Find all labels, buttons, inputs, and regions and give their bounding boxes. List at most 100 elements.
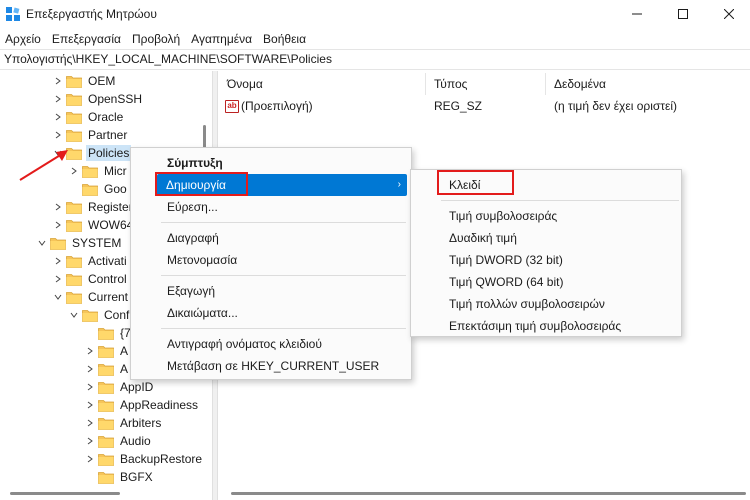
tree-item-label: WOW64: [88, 218, 134, 232]
folder-icon: [98, 381, 114, 394]
red-arrow-annotation: [19, 150, 68, 181]
tree-item-label: Audio: [120, 434, 151, 448]
tree-item-label: Current: [88, 290, 129, 304]
menu-item-delete[interactable]: Διαγραφή: [132, 227, 410, 249]
minimize-icon: [632, 13, 642, 15]
tree-item[interactable]: BGFX: [84, 468, 155, 485]
tree-item[interactable]: AppID: [84, 378, 155, 396]
tree-item[interactable]: AppReadiness: [84, 396, 200, 414]
tree-item[interactable]: SYSTEM: [36, 234, 123, 252]
folder-icon: [98, 399, 114, 412]
chevron-right-icon[interactable]: [52, 216, 64, 234]
list-horizontal-scrollbar[interactable]: [219, 486, 750, 500]
folder-icon: [66, 111, 82, 124]
maximize-icon: [678, 9, 688, 19]
tree-item[interactable]: Oracle: [52, 108, 125, 126]
column-header-name[interactable]: Όνομα: [219, 73, 426, 95]
menu-separator: [161, 275, 406, 276]
submenu-item-binary-value[interactable]: Δυαδική τιμή: [412, 227, 680, 249]
tree-item[interactable]: Current: [52, 288, 130, 306]
list-row-default[interactable]: ab (Προεπιλογή) REG_SZ (η τιμή δεν έχει …: [219, 96, 750, 116]
tree-item[interactable]: Activati: [52, 252, 129, 270]
folder-icon: [82, 309, 98, 322]
tree-hscroll-thumb[interactable]: [10, 492, 120, 495]
chevron-right-icon[interactable]: [84, 360, 96, 378]
menu-item-find[interactable]: Εύρεση...: [132, 196, 410, 218]
chevron-down-icon[interactable]: [52, 288, 64, 306]
chevron-right-icon[interactable]: [84, 432, 96, 450]
tree-item[interactable]: {7: [84, 324, 133, 342]
maximize-button[interactable]: [660, 0, 706, 28]
tree-item[interactable]: Register: [52, 198, 135, 216]
menu-favorites[interactable]: Αγαπημένα: [186, 30, 258, 48]
red-box-annotation-key: [437, 170, 514, 195]
close-button[interactable]: [706, 0, 750, 28]
chevron-right-icon[interactable]: [52, 252, 64, 270]
folder-icon: [98, 453, 114, 466]
tree-item[interactable]: A: [84, 342, 130, 360]
tree-item[interactable]: WOW64: [52, 216, 135, 234]
minimize-button[interactable]: [614, 0, 660, 28]
tree-item-label: Conf: [104, 308, 130, 322]
column-header-type[interactable]: Τύπος: [426, 73, 546, 95]
tree-item-label: BackupRestore: [120, 452, 203, 466]
list-header: Όνομα Τύπος Δεδομένα: [219, 73, 750, 95]
menu-item-goto-hkcu[interactable]: Μετάβαση σε HKEY_CURRENT_USER: [132, 355, 410, 377]
tree-item[interactable]: Conf: [68, 306, 131, 324]
red-box-annotation-new: [155, 172, 248, 196]
folder-icon: [82, 165, 98, 178]
chevron-right-icon[interactable]: [52, 198, 64, 216]
chevron-right-icon[interactable]: [52, 108, 64, 126]
menu-item-copy-key-name[interactable]: Αντιγραφή ονόματος κλειδιού: [132, 333, 410, 355]
tree-item-label: Arbiters: [120, 416, 162, 430]
chevron-down-icon[interactable]: [36, 234, 48, 252]
folder-icon: [98, 435, 114, 448]
chevron-right-icon[interactable]: [84, 414, 96, 432]
tree-horizontal-scrollbar[interactable]: [0, 486, 212, 500]
chevron-right-icon[interactable]: [84, 342, 96, 360]
tree-item[interactable]: Control: [52, 270, 129, 288]
tree-item-label: Goo: [104, 182, 127, 196]
menu-view[interactable]: Προβολή: [127, 30, 186, 48]
address-bar[interactable]: Υπολογιστής\HKEY_LOCAL_MACHINE\SOFTWARE\…: [0, 49, 750, 70]
menu-help[interactable]: Βοήθεια: [258, 30, 312, 48]
folder-icon: [98, 345, 114, 358]
folder-icon: [98, 471, 114, 484]
menu-item-export[interactable]: Εξαγωγή: [132, 280, 410, 302]
menu-file[interactable]: Αρχείο: [0, 30, 47, 48]
chevron-down-icon[interactable]: [68, 306, 80, 324]
menu-item-collapse[interactable]: Σύμπτυξη: [132, 152, 410, 174]
chevron-right-icon[interactable]: [52, 270, 64, 288]
tree-item[interactable]: OEM: [52, 72, 117, 90]
tree-item[interactable]: Arbiters: [84, 414, 163, 432]
menu-item-permissions[interactable]: Δικαιώματα...: [132, 302, 410, 324]
chevron-right-icon[interactable]: [52, 90, 64, 108]
column-header-data[interactable]: Δεδομένα: [546, 73, 750, 95]
tree-item-label: OpenSSH: [88, 92, 143, 106]
menu-separator: [161, 222, 406, 223]
chevron-right-icon[interactable]: [84, 450, 96, 468]
chevron-right-icon[interactable]: [52, 72, 64, 90]
menu-edit[interactable]: Επεξεργασία: [47, 30, 127, 48]
tree-item[interactable]: OpenSSH: [52, 90, 144, 108]
submenu-item-expandable-string-value[interactable]: Επεκτάσιμη τιμή συμβολοσειράς: [412, 315, 680, 337]
folder-icon: [98, 363, 114, 376]
folder-icon: [66, 75, 82, 88]
submenu-item-qword-value[interactable]: Τιμή QWORD (64 bit): [412, 271, 680, 293]
folder-icon: [66, 273, 82, 286]
tree-item-label: A: [120, 362, 129, 376]
tree-item-label: OEM: [88, 74, 116, 88]
list-hscroll-thumb[interactable]: [231, 492, 746, 495]
tree-item[interactable]: BackupRestore: [84, 450, 204, 468]
folder-icon: [98, 327, 114, 340]
submenu-item-multi-string-value[interactable]: Τιμή πολλών συμβολοσειρών: [412, 293, 680, 315]
tree-item[interactable]: Audio: [84, 432, 153, 450]
tree-item[interactable]: A: [84, 360, 130, 378]
chevron-right-icon[interactable]: [84, 378, 96, 396]
submenu-item-string-value[interactable]: Τιμή συμβολοσειράς: [412, 205, 680, 227]
submenu-item-dword-value[interactable]: Τιμή DWORD (32 bit): [412, 249, 680, 271]
menu-item-rename[interactable]: Μετονομασία: [132, 249, 410, 271]
chevron-right-icon[interactable]: [84, 396, 96, 414]
